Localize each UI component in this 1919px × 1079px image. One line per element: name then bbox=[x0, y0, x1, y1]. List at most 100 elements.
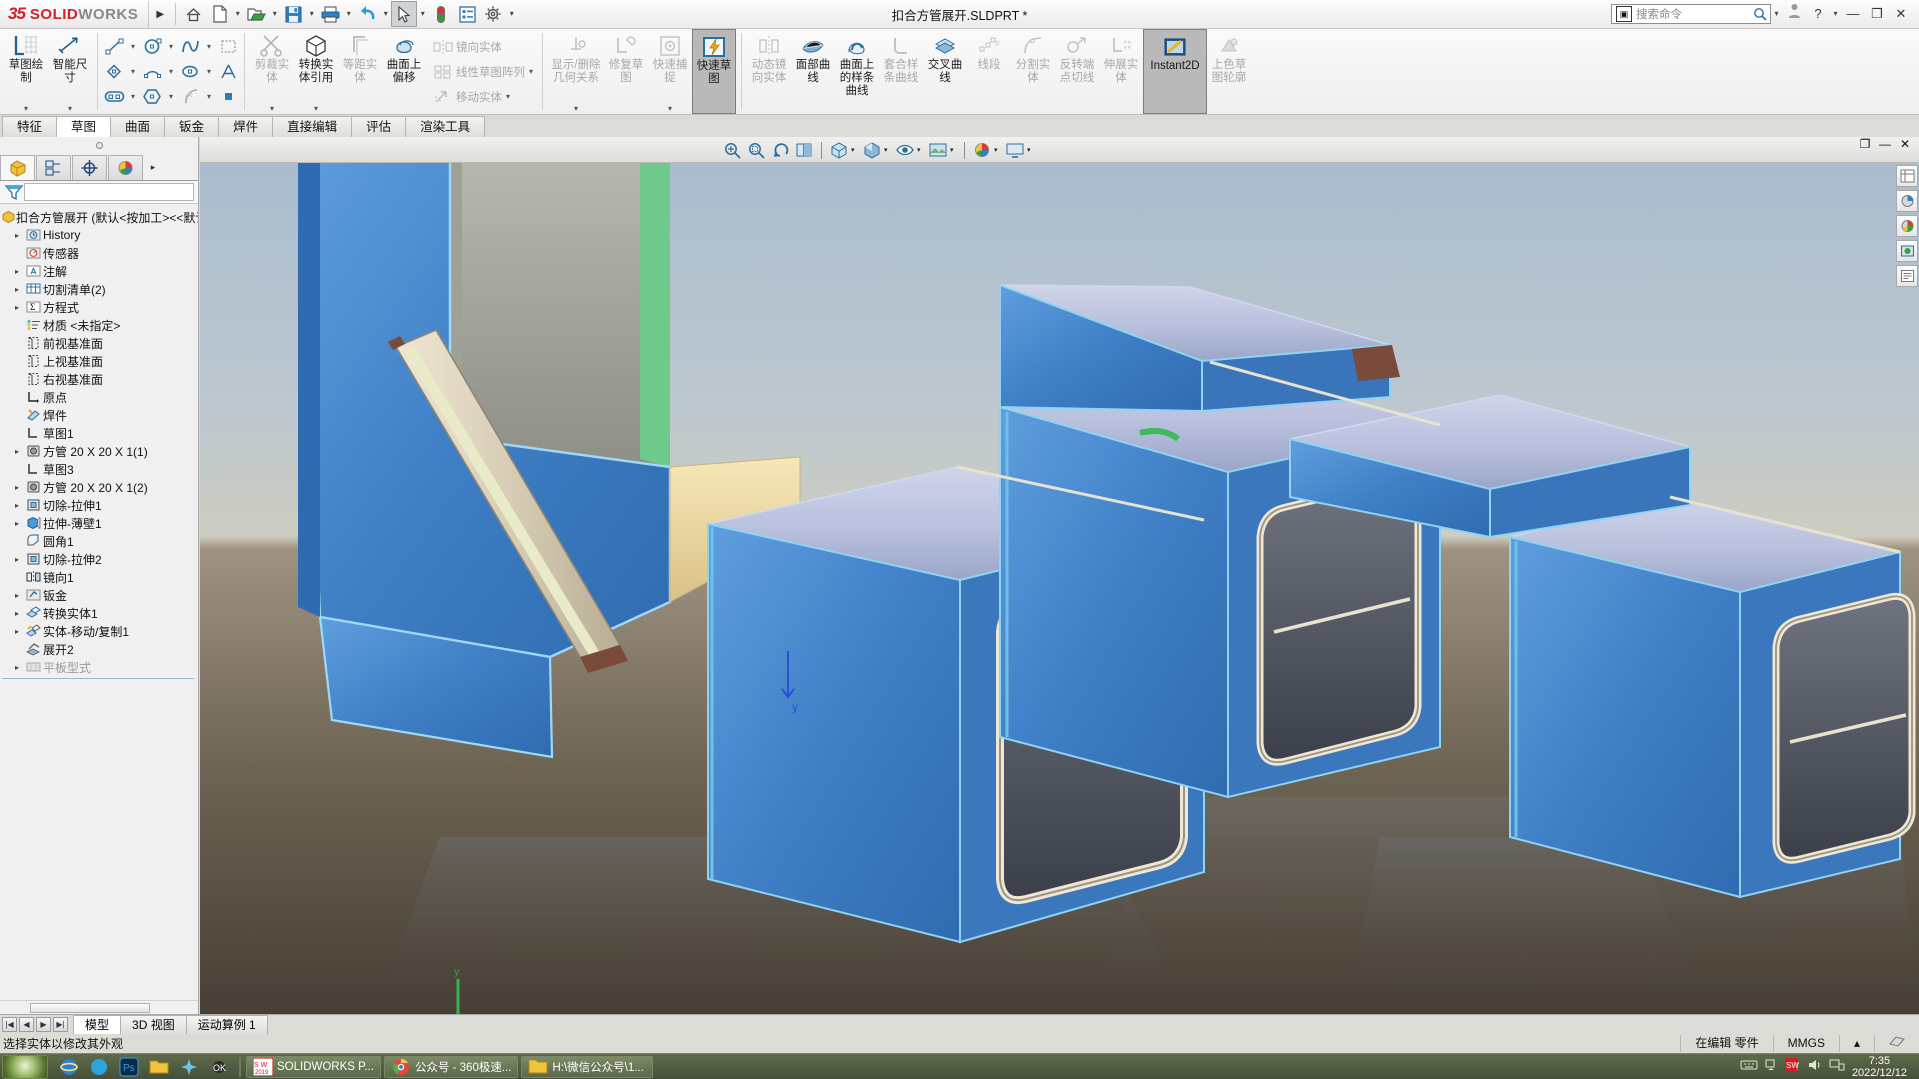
line-dropdown[interactable]: ▾ bbox=[127, 42, 139, 51]
hide-show-items-dropdown[interactable]: ▾ bbox=[917, 146, 926, 154]
sketch-dropdown[interactable]: ▾ bbox=[24, 104, 28, 113]
custom-properties-icon[interactable] bbox=[1896, 265, 1918, 287]
open-document-button[interactable] bbox=[243, 1, 269, 27]
tree-expand-arrow[interactable]: ▸ bbox=[10, 627, 24, 636]
tree-item[interactable]: 材质 <未指定> bbox=[0, 316, 198, 334]
shaded-sketch-contours-button[interactable]: 上色草图轮廓 bbox=[1207, 29, 1251, 114]
convert-entities-button[interactable]: 转换实体引用 ▾ bbox=[294, 29, 338, 114]
stretch-entities-button[interactable]: 伸展实体 bbox=[1099, 29, 1143, 114]
decals-icon[interactable] bbox=[1896, 240, 1918, 262]
tree-expand-arrow[interactable]: ▸ bbox=[10, 555, 24, 564]
tree-item[interactable]: ▸ 钣金 bbox=[0, 586, 198, 604]
filter-icon[interactable] bbox=[4, 184, 24, 201]
polygon-dropdown[interactable]: ▾ bbox=[165, 92, 177, 101]
tree-root-item[interactable]: 扣合方管展开 (默认<按加工><<默认> bbox=[0, 208, 198, 226]
property-manager-tab[interactable] bbox=[36, 155, 71, 180]
help-button[interactable]: ? bbox=[1806, 3, 1830, 25]
tab-weldments[interactable]: 焊件 bbox=[218, 116, 274, 137]
graphics-viewport[interactable]: z y x y bbox=[200, 137, 1919, 1014]
status-expand-arrow[interactable]: ▴ bbox=[1838, 1035, 1874, 1052]
view-orientation-button[interactable] bbox=[828, 139, 850, 161]
offset-entities-button[interactable]: 等距实体 bbox=[338, 29, 382, 114]
arc-dropdown[interactable]: ▾ bbox=[165, 67, 177, 76]
solidworks-tray-icon[interactable]: SW! bbox=[1782, 1058, 1804, 1075]
split-entities-button[interactable]: 分割实体 bbox=[1011, 29, 1055, 114]
nav-next-button[interactable]: ▶ bbox=[36, 1017, 51, 1032]
user-account-icon[interactable] bbox=[1782, 3, 1806, 25]
display-delete-relations-button[interactable]: 显示/删除几何关系 ▾ bbox=[548, 29, 604, 114]
save-button[interactable] bbox=[280, 1, 306, 27]
scenes-icon[interactable] bbox=[1896, 215, 1918, 237]
view-settings-button[interactable] bbox=[1004, 139, 1026, 161]
edit-appearance-button[interactable] bbox=[971, 139, 993, 161]
new-document-dropdown[interactable]: ▾ bbox=[232, 1, 243, 27]
firefox-icon[interactable] bbox=[84, 1055, 114, 1079]
view-orientation-dropdown[interactable]: ▾ bbox=[851, 146, 860, 154]
slot-dropdown[interactable]: ▾ bbox=[127, 92, 139, 101]
tree-item[interactable]: 前视基准面 bbox=[0, 334, 198, 352]
search-commands-box[interactable]: ▣ 搜索命令 bbox=[1611, 4, 1771, 24]
help-dropdown[interactable]: ▾ bbox=[1830, 1, 1841, 27]
print-dropdown[interactable]: ▾ bbox=[343, 1, 354, 27]
tree-expand-arrow[interactable]: ▸ bbox=[10, 447, 24, 456]
face-curves-button[interactable]: 面部曲线 bbox=[791, 29, 835, 114]
tree-item[interactable]: 右视基准面 bbox=[0, 370, 198, 388]
slot-icon[interactable] bbox=[101, 85, 127, 108]
fillet-dropdown[interactable]: ▾ bbox=[203, 92, 215, 101]
new-document-button[interactable] bbox=[206, 1, 232, 27]
configuration-manager-tab[interactable] bbox=[72, 155, 107, 180]
tree-filter-input[interactable] bbox=[24, 183, 194, 201]
edit-appearance-dropdown[interactable]: ▾ bbox=[994, 146, 1003, 154]
tree-item[interactable]: ▸ 拉伸-薄壁1 bbox=[0, 514, 198, 532]
rapid-sketch-button[interactable]: 快速草图 bbox=[692, 29, 736, 114]
feature-tree[interactable]: 扣合方管展开 (默认<按加工><<默认> ▸ History 传感器 ▸ 注解 ▸ 切割清单(… bbox=[0, 204, 198, 1000]
taskbar-item-browser[interactable]: 公众号 - 360极速... bbox=[383, 1055, 519, 1078]
tab-render-tools[interactable]: 渲染工具 bbox=[405, 116, 486, 137]
select-tool-button[interactable] bbox=[391, 1, 418, 27]
circle-icon[interactable] bbox=[139, 35, 165, 58]
tree-item[interactable]: ▸ History bbox=[0, 226, 198, 244]
tree-item[interactable]: ▸ 切除-拉伸1 bbox=[0, 496, 198, 514]
apply-scene-button[interactable] bbox=[927, 139, 949, 161]
photoshop-icon[interactable]: Ps bbox=[114, 1055, 144, 1079]
intersection-curve-button[interactable]: 交叉曲线 bbox=[923, 29, 967, 114]
taskbar-clock[interactable]: 7:35 2022/12/12 bbox=[1848, 1055, 1915, 1079]
volume-tray-icon[interactable] bbox=[1804, 1058, 1826, 1075]
tree-expand-arrow[interactable]: ▸ bbox=[10, 285, 24, 294]
doc-close-button[interactable]: ✕ bbox=[1895, 137, 1915, 151]
tree-expand-arrow[interactable]: ▸ bbox=[10, 501, 24, 510]
tree-expand-arrow[interactable]: ▸ bbox=[10, 483, 24, 492]
show-hidden-icons-button[interactable] bbox=[1760, 1058, 1782, 1075]
dynamic-mirror-button[interactable]: 动态镜向实体 bbox=[747, 29, 791, 114]
open-document-dropdown[interactable]: ▾ bbox=[269, 1, 280, 27]
close-button[interactable]: ✕ bbox=[1889, 3, 1913, 25]
instant2d-button[interactable]: Instant2D bbox=[1143, 29, 1207, 114]
nav-last-button[interactable]: ▶| bbox=[53, 1017, 68, 1032]
tree-item[interactable]: ▸ 切割清单(2) bbox=[0, 280, 198, 298]
tree-item[interactable]: ▸ 切除-拉伸2 bbox=[0, 550, 198, 568]
view-settings-dropdown[interactable]: ▾ bbox=[1027, 146, 1036, 154]
view-palette-icon[interactable] bbox=[1896, 165, 1918, 187]
tree-item[interactable]: ▸ 注解 bbox=[0, 262, 198, 280]
tree-expand-arrow[interactable]: ▸ bbox=[10, 609, 24, 618]
ellipse-dropdown[interactable]: ▾ bbox=[203, 67, 215, 76]
search-dropdown[interactable]: ▾ bbox=[1771, 1, 1782, 27]
previous-view-button[interactable] bbox=[769, 139, 791, 161]
tree-item[interactable]: ▸ 转换实体1 bbox=[0, 604, 198, 622]
ellipse-icon[interactable] bbox=[177, 60, 203, 83]
tree-item[interactable]: 草图1 bbox=[0, 424, 198, 442]
display-style-button[interactable] bbox=[861, 139, 883, 161]
tree-expand-arrow[interactable]: ▸ bbox=[10, 303, 24, 312]
cleaner-icon[interactable] bbox=[174, 1055, 204, 1079]
display-style-dropdown[interactable]: ▾ bbox=[884, 146, 893, 154]
settings-icon[interactable]: OK bbox=[204, 1055, 234, 1079]
nav-prev-button[interactable]: ◀ bbox=[19, 1017, 34, 1032]
arc-icon[interactable] bbox=[139, 60, 165, 83]
options-list-button[interactable] bbox=[454, 1, 480, 27]
tree-expand-arrow[interactable]: ▸ bbox=[10, 663, 24, 672]
tree-item[interactable]: 展开2 bbox=[0, 640, 198, 658]
tree-expand-arrow[interactable]: ▸ bbox=[10, 231, 24, 240]
text-icon[interactable] bbox=[215, 60, 241, 83]
panel-pin-icon[interactable] bbox=[95, 142, 103, 149]
polygon-corner-dropdown[interactable]: ▾ bbox=[127, 67, 139, 76]
